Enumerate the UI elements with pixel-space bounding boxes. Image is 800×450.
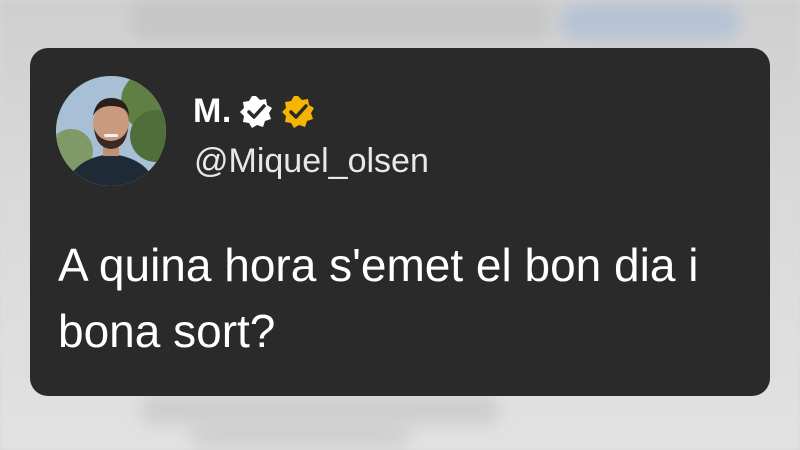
tweet-text: A quina hora s'emet el bon dia i bona so… (58, 239, 699, 357)
avatar[interactable] (56, 76, 166, 186)
author-name-row: M. (193, 92, 316, 131)
gold-verified-badge-icon[interactable] (280, 94, 316, 130)
avatar-photo (56, 76, 166, 186)
author-name[interactable]: M. (193, 92, 232, 131)
dark-verified-badge-icon[interactable] (238, 94, 274, 130)
author-handle[interactable]: @Miquel_olsen (194, 142, 429, 181)
